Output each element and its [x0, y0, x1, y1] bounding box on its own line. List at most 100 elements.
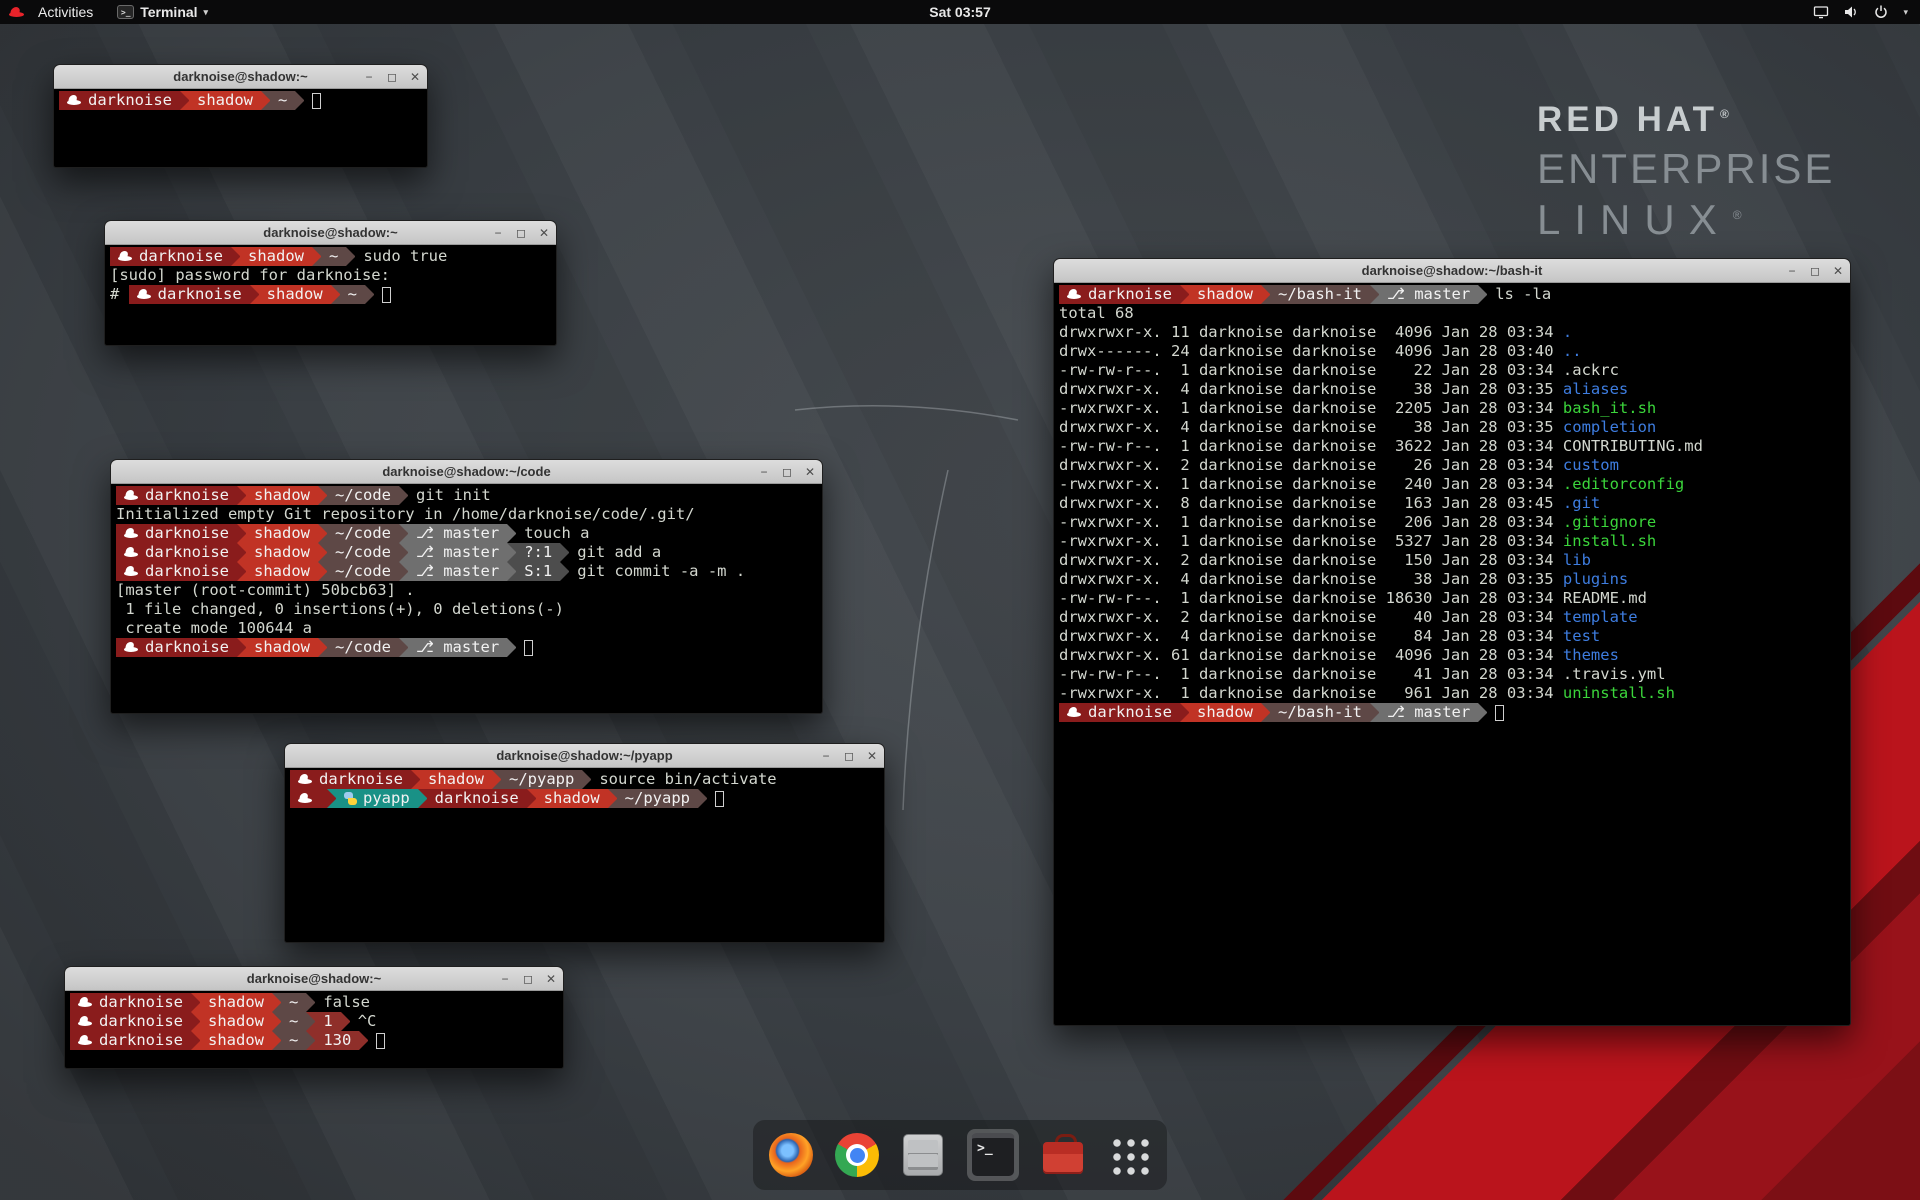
dock-item-chrome[interactable] [835, 1133, 879, 1177]
app-menu[interactable]: >_ Terminal ▾ [117, 4, 208, 20]
terminal-text-path: ~/code [327, 543, 399, 562]
minimize-button[interactable]: − [362, 71, 376, 83]
terminal-window-code[interactable]: darknoise@shadow:~/code − ◻ ✕ darknoises… [110, 459, 823, 714]
titlebar[interactable]: darknoise@shadow:~/bash-it − ◻ ✕ [1054, 259, 1850, 283]
titlebar[interactable]: darknoise@shadow:~/code − ◻ ✕ [111, 460, 822, 484]
dock-item-software[interactable] [1041, 1133, 1085, 1177]
clock[interactable]: Sat 03:57 [929, 4, 990, 20]
terminal-content[interactable]: darknoiseshadow~/codegit initInitialized… [111, 484, 822, 713]
hat-icon [298, 774, 312, 786]
terminal-cursor [312, 93, 321, 109]
terminal-text-plain: -rwxrwxr-x. 1 darknoise darknoise 240 Ja… [1059, 475, 1563, 494]
terminal-line: -rw-rw-r--. 1 darknoise darknoise 18630 … [1059, 589, 1845, 608]
minimize-button[interactable]: − [491, 227, 505, 239]
activities-button[interactable]: Activities [30, 4, 101, 20]
titlebar[interactable]: darknoise@shadow:~ − ◻ ✕ [105, 221, 556, 245]
terminal-text-cmd: source bin/activate [599, 770, 776, 789]
terminal-text-dir: . [1563, 323, 1572, 342]
powerline-separator [237, 486, 246, 505]
terminal-text-plain: -rwxrwxr-x. 1 darknoise darknoise 961 Ja… [1059, 684, 1563, 703]
hat-icon [137, 289, 151, 301]
close-button[interactable]: ✕ [1831, 265, 1845, 277]
terminal-window-pyapp[interactable]: darknoise@shadow:~/pyapp − ◻ ✕ darknoise… [284, 743, 885, 943]
terminal-text-plain: drwxrwxr-x. 2 darknoise darknoise 150 Ja… [1059, 551, 1563, 570]
terminal-line: -rwxrwxr-x. 1 darknoise darknoise 5327 J… [1059, 532, 1845, 551]
dock-item-firefox[interactable] [769, 1133, 813, 1177]
powerline-separator [331, 285, 340, 304]
terminal-text-dir: template [1563, 608, 1638, 627]
dock-item-app-grid[interactable] [1107, 1133, 1151, 1177]
terminal-line: # darknoiseshadow~ [110, 285, 551, 304]
minimize-button[interactable]: − [757, 466, 771, 478]
dock-item-files[interactable] [901, 1133, 945, 1177]
terminal-line: -rw-rw-r--. 1 darknoise darknoise 41 Jan… [1059, 665, 1845, 684]
terminal-text-dir: .. [1563, 342, 1582, 361]
powerline-separator [399, 543, 408, 562]
terminal-text-host: shadow [420, 770, 492, 789]
terminal-text-host: shadow [1189, 285, 1261, 304]
dock: >_ [753, 1120, 1167, 1190]
terminal-text-user: darknoise [129, 285, 250, 304]
powerline-separator [1478, 285, 1487, 304]
maximize-button[interactable]: ◻ [514, 227, 528, 239]
close-button[interactable]: ✕ [803, 466, 817, 478]
terminal-text-host: shadow [246, 524, 318, 543]
minimize-button[interactable]: − [1785, 265, 1799, 277]
powerline-separator [399, 562, 408, 581]
terminal-window-bash-it[interactable]: darknoise@shadow:~/bash-it − ◻ ✕ darknoi… [1053, 258, 1851, 1026]
powerline-separator [231, 247, 240, 266]
terminal-text-dir: plugins [1563, 570, 1628, 589]
terminal-text-gitstat: S:1 [516, 562, 560, 581]
terminal-text-host: shadow [189, 91, 261, 110]
close-button[interactable]: ✕ [865, 750, 879, 762]
minimize-button[interactable]: − [819, 750, 833, 762]
terminal-content[interactable]: darknoiseshadow~/bash-it⎇ masterls -lato… [1054, 283, 1850, 1025]
chevron-down-icon: ▾ [204, 7, 209, 18]
powerline-separator [1180, 285, 1189, 304]
close-button[interactable]: ✕ [408, 71, 422, 83]
maximize-button[interactable]: ◻ [521, 973, 535, 985]
terminal-cursor [382, 287, 391, 303]
dock-item-terminal[interactable]: >_ [967, 1129, 1019, 1181]
powerline-separator [180, 91, 189, 110]
minimize-button[interactable]: − [498, 973, 512, 985]
powerline-separator [582, 770, 591, 789]
powerline-separator [312, 247, 321, 266]
terminal-window-sudo[interactable]: darknoise@shadow:~ − ◻ ✕ darknoiseshadow… [104, 220, 557, 346]
close-button[interactable]: ✕ [544, 973, 558, 985]
terminal-cursor [376, 1033, 385, 1049]
terminal-window-home-2[interactable]: darknoise@shadow:~ − ◻ ✕ darknoiseshadow… [64, 966, 564, 1069]
titlebar[interactable]: darknoise@shadow:~ − ◻ ✕ [54, 65, 427, 89]
terminal-line: drwxrwxr-x. 4 darknoise darknoise 38 Jan… [1059, 570, 1845, 589]
hat-icon [67, 95, 81, 107]
maximize-button[interactable]: ◻ [842, 750, 856, 762]
terminal-text-path: ~/code [327, 638, 399, 657]
terminal-text-user: darknoise [70, 993, 191, 1012]
maximize-button[interactable]: ◻ [385, 71, 399, 83]
terminal-text-path: ~ [321, 247, 346, 266]
maximize-button[interactable]: ◻ [780, 466, 794, 478]
terminal-text-user: darknoise [70, 1031, 191, 1050]
terminal-text-path: ~ [340, 285, 365, 304]
terminal-line: drwxrwxr-x. 2 darknoise darknoise 40 Jan… [1059, 608, 1845, 627]
close-button[interactable]: ✕ [537, 227, 551, 239]
terminal-content[interactable]: darknoiseshadow~/pyappsource bin/activat… [285, 768, 884, 942]
terminal-text-plain: -rw-rw-r--. 1 darknoise darknoise 3622 J… [1059, 437, 1563, 456]
rhel-brand-text: RED HAT® ENTERPRISE LINUX® [1537, 100, 1835, 244]
hat-icon [298, 793, 312, 805]
terminal-line: darknoiseshadow~/code⎇ master?:1git add … [116, 543, 817, 562]
titlebar[interactable]: darknoise@shadow:~/pyapp − ◻ ✕ [285, 744, 884, 768]
terminal-content[interactable]: darknoiseshadow~ [54, 89, 427, 167]
terminal-text-cmd: ^C [358, 1012, 377, 1031]
volume-icon [1843, 4, 1859, 20]
maximize-button[interactable]: ◻ [1808, 265, 1822, 277]
terminal-window-home-1[interactable]: darknoise@shadow:~ − ◻ ✕ darknoiseshadow… [53, 64, 428, 168]
terminal-text-user: darknoise [1059, 285, 1180, 304]
terminal-text-plain: -rwxrwxr-x. 1 darknoise darknoise 5327 J… [1059, 532, 1563, 551]
titlebar[interactable]: darknoise@shadow:~ − ◻ ✕ [65, 967, 563, 991]
terminal-content[interactable]: darknoiseshadow~sudo true[sudo] password… [105, 245, 556, 345]
system-menu[interactable]: ▾ [1813, 4, 1920, 20]
terminal-text-cmd: false [323, 993, 370, 1012]
terminal-text-path: ~/bash-it [1270, 285, 1370, 304]
terminal-content[interactable]: darknoiseshadow~falsedarknoiseshadow~1^C… [65, 991, 563, 1068]
